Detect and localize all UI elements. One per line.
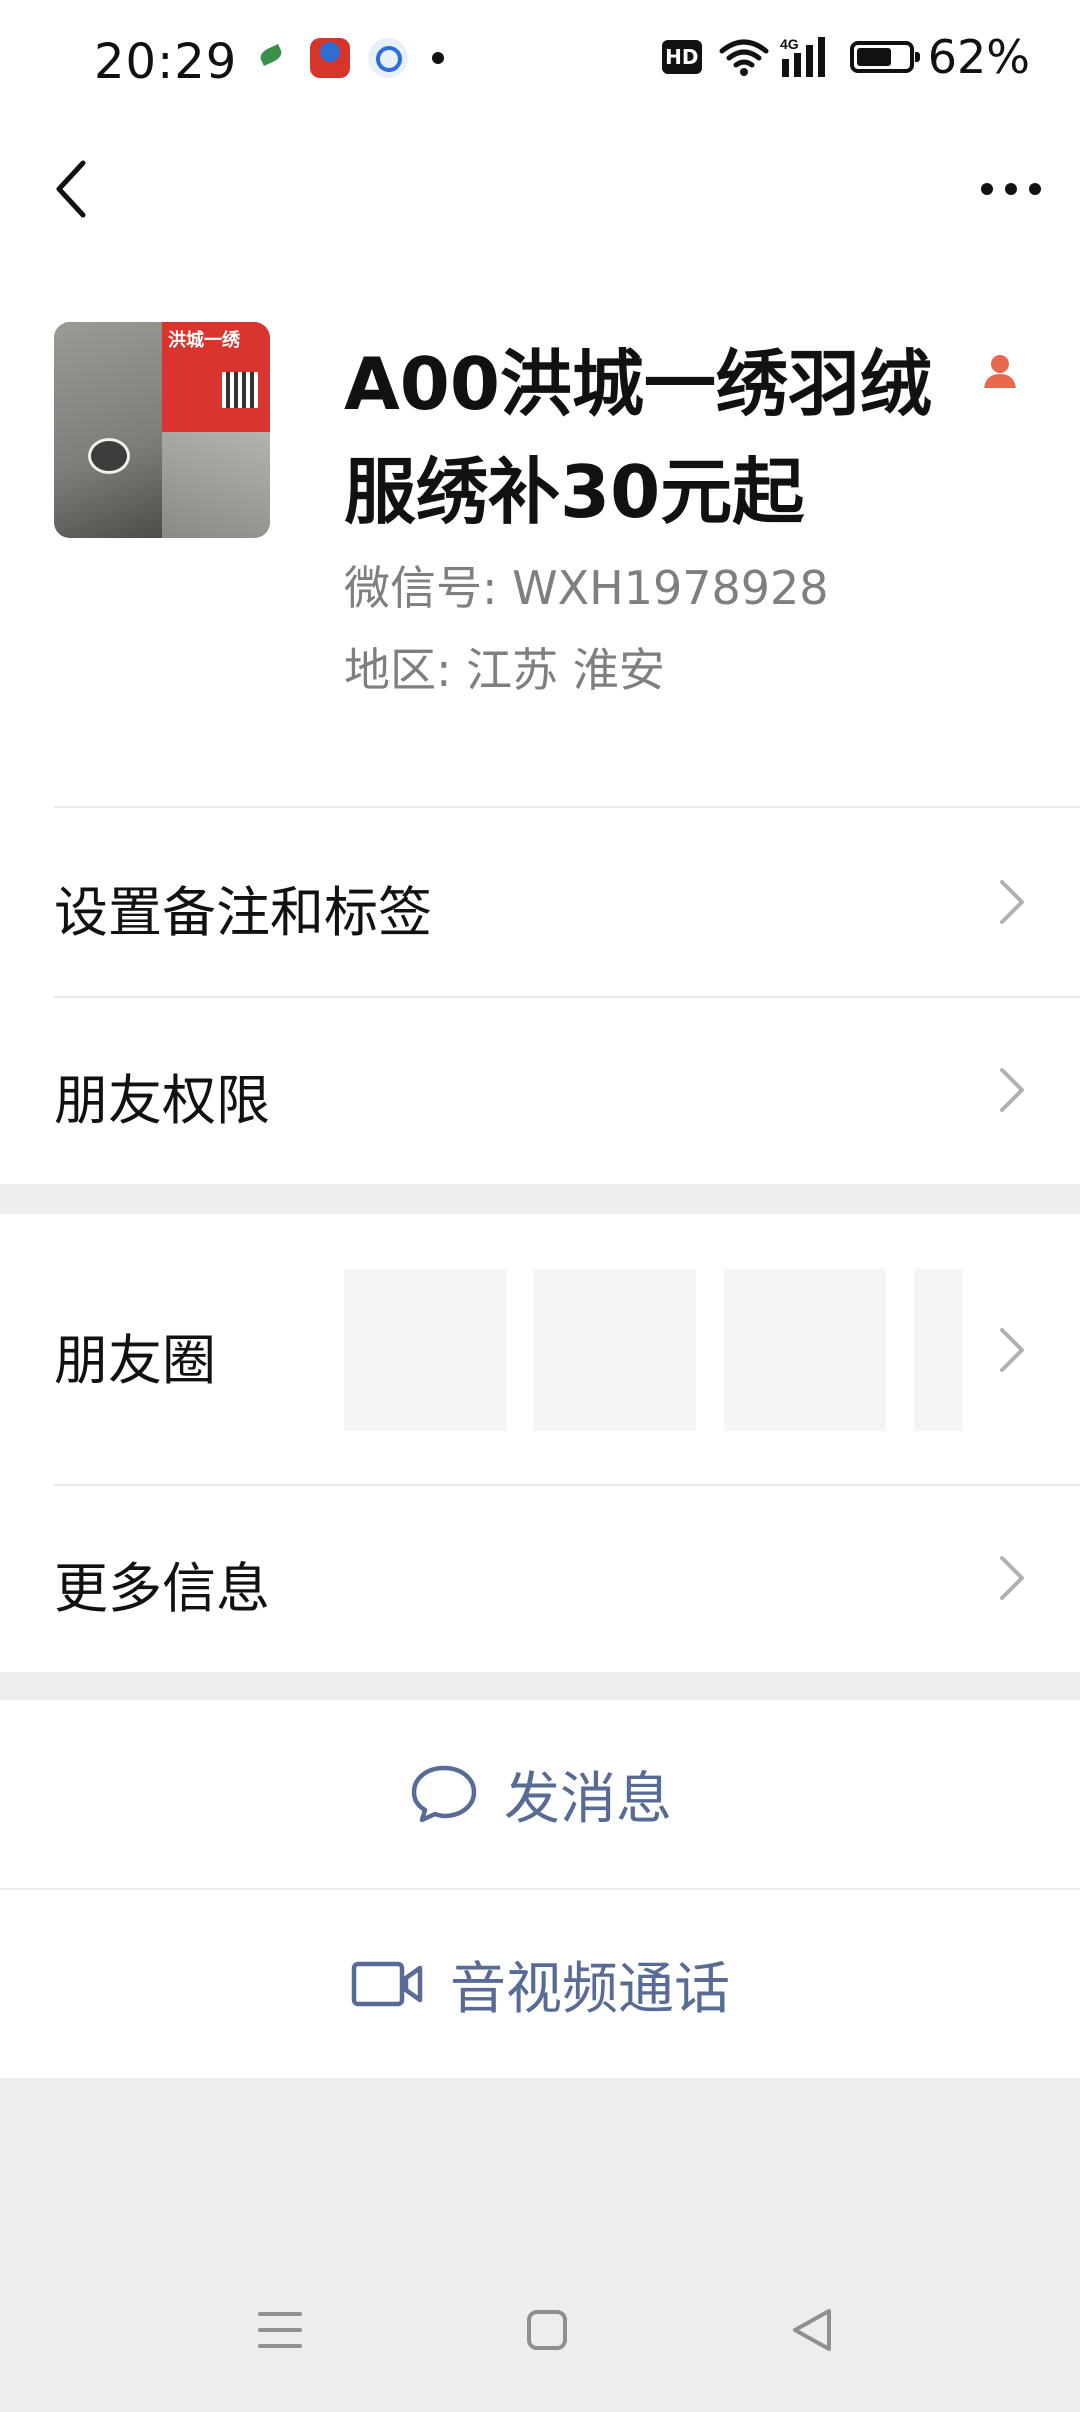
wifi-icon bbox=[719, 39, 769, 76]
recent-apps-button[interactable] bbox=[250, 2300, 310, 2360]
system-back-button[interactable] bbox=[782, 2300, 842, 2360]
profile-card: 洪城一绣 A00洪城一绣羽绒服绣补30元起 微信号: WXH1978928 地区… bbox=[0, 254, 1080, 806]
avatar-card-text: 洪城一绣 bbox=[168, 330, 240, 351]
avatar[interactable]: 洪城一绣 bbox=[54, 322, 270, 538]
more-options-button[interactable] bbox=[966, 154, 1056, 224]
video-call-label: 音视频通话 bbox=[450, 1956, 730, 2022]
moments-label: 朋友圈 bbox=[54, 1329, 216, 1392]
video-call-button[interactable]: 音视频通话 bbox=[0, 1890, 1080, 2078]
avatar-red-card: 洪城一绣 bbox=[162, 322, 270, 432]
divider bbox=[54, 996, 1080, 998]
video-camera-icon bbox=[351, 1961, 423, 2007]
avatar-fabric-left bbox=[54, 322, 162, 538]
moments-thumbnail bbox=[724, 1269, 886, 1431]
moments-thumbnail bbox=[344, 1269, 506, 1431]
set-remark-tags-item[interactable]: 设置备注和标签 bbox=[0, 806, 1080, 996]
moments-item[interactable]: 朋友圈 bbox=[0, 1214, 1080, 1484]
send-message-button[interactable]: 发消息 bbox=[0, 1700, 1080, 1888]
cellular-signal-icon: 4G bbox=[780, 36, 825, 77]
red-app-icon bbox=[310, 38, 350, 78]
friend-permissions-label: 朋友权限 bbox=[54, 1069, 270, 1132]
chevron-right-icon bbox=[1000, 1068, 1024, 1112]
moments-thumbnail bbox=[534, 1269, 696, 1431]
moments-thumbnail bbox=[914, 1269, 962, 1431]
back-triangle-icon bbox=[793, 2309, 831, 2351]
status-time: 20:29 bbox=[94, 34, 238, 90]
avatar-fabric-right bbox=[162, 432, 270, 538]
back-button[interactable] bbox=[36, 154, 106, 224]
more-notifications-dot-icon bbox=[432, 52, 444, 64]
wechat-id: 微信号: WXH1978928 bbox=[344, 561, 829, 615]
avatar-hole bbox=[88, 438, 130, 474]
battery-icon bbox=[849, 41, 920, 73]
chevron-right-icon bbox=[1000, 1556, 1024, 1600]
more-dots-icon bbox=[981, 183, 1041, 195]
hd-icon: HD bbox=[661, 40, 702, 74]
set-remark-tags-label: 设置备注和标签 bbox=[54, 881, 432, 944]
blue-app-icon bbox=[368, 38, 408, 78]
status-bar: 20:29 HD 4G 62% bbox=[0, 0, 1080, 124]
qr-code-icon bbox=[222, 372, 258, 408]
more-info-label: 更多信息 bbox=[54, 1557, 270, 1620]
status-notification-icons bbox=[252, 38, 444, 78]
send-message-label: 发消息 bbox=[504, 1766, 672, 1832]
friend-permissions-item[interactable]: 朋友权限 bbox=[0, 996, 1080, 1184]
moments-thumbnails bbox=[344, 1269, 962, 1431]
profile-name: A00洪城一绣羽绒服绣补30元起 bbox=[344, 342, 932, 534]
chat-bubble-icon bbox=[411, 1765, 477, 1823]
status-indicators: HD 4G 62% bbox=[661, 30, 1030, 84]
battery-percent: 62% bbox=[927, 30, 1030, 84]
system-navigation-bar bbox=[0, 2260, 1080, 2412]
more-info-item[interactable]: 更多信息 bbox=[0, 1484, 1080, 1672]
menu-icon bbox=[258, 2312, 302, 2348]
chevron-right-icon bbox=[1000, 880, 1024, 924]
network-type-label: 4G bbox=[780, 36, 799, 52]
nav-bar bbox=[0, 124, 1080, 254]
female-user-icon bbox=[984, 355, 1016, 388]
chevron-right-icon bbox=[1000, 1328, 1024, 1372]
chevron-left-icon bbox=[56, 160, 86, 218]
divider bbox=[54, 806, 1080, 808]
home-icon bbox=[527, 2310, 567, 2350]
home-button[interactable] bbox=[517, 2300, 577, 2360]
leaf-app-icon bbox=[252, 38, 292, 78]
divider bbox=[54, 1484, 1080, 1486]
region: 地区: 江苏 淮安 bbox=[344, 643, 665, 697]
